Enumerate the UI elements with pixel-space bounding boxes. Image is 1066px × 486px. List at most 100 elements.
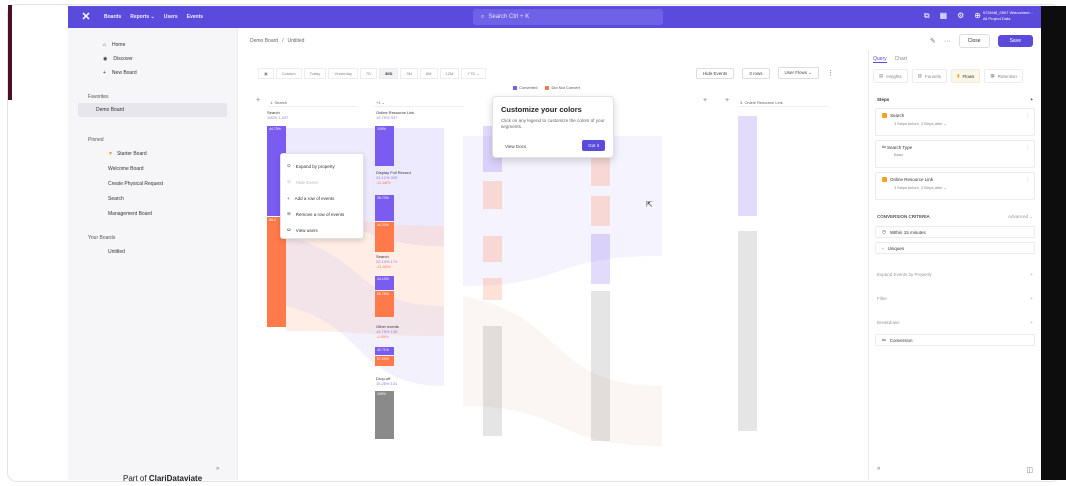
globe-icon[interactable]: ⊕ bbox=[974, 11, 981, 21]
mode-flows[interactable]: ▮ Flows bbox=[951, 69, 981, 83]
sidebar-item-new-board[interactable]: + New Board bbox=[68, 66, 237, 80]
edit-icon[interactable]: ✎ bbox=[930, 37, 936, 45]
conversion-window-select[interactable]: ◷ Within 15 minutes bbox=[875, 226, 1035, 238]
step-meta[interactable]: 3 Steps before, 3 Steps after ⌄ bbox=[882, 185, 1028, 190]
sidebar-item-untitled[interactable]: Untitled bbox=[68, 244, 237, 259]
sidebar-item-starter-board[interactable]: ▼ Starter Board bbox=[68, 146, 237, 161]
hide-events-button[interactable]: Hide Events bbox=[696, 67, 735, 79]
step-meta[interactable]: 3 Steps before, 3 Steps after ⌄ bbox=[882, 121, 1028, 126]
filter-yesterday[interactable]: Yesterday bbox=[328, 68, 358, 79]
menu-expand-by-property[interactable]: ⊙ Expand by property bbox=[281, 158, 363, 174]
top-nav: Boards Reports ⌄ Users Events bbox=[104, 14, 203, 20]
tab-query[interactable]: Query bbox=[873, 56, 887, 63]
sidebar-item-search[interactable]: Search bbox=[68, 191, 237, 206]
add-column-left-icon[interactable]: + bbox=[256, 97, 260, 104]
node-search-2-not-converted-bar[interactable]: 65.78% bbox=[375, 291, 394, 317]
mode-insights[interactable]: ▤ Insights bbox=[873, 69, 908, 83]
node-search-2-converted-bar[interactable]: 34.13% bbox=[375, 276, 394, 290]
menu-add-row[interactable]: + Add a row of events bbox=[281, 190, 363, 206]
apps-grid-icon[interactable]: ▦ bbox=[940, 11, 948, 21]
column-4-header[interactable]: 3. Online Resource Link bbox=[738, 98, 828, 107]
menu-remove-row[interactable]: ⊖ Remove a row of events bbox=[281, 206, 363, 222]
notifications-icon[interactable]: ⧉ bbox=[924, 11, 930, 21]
account-menu[interactable]: 972M48_0907 Welcomere... All Project Dat… bbox=[983, 10, 1033, 22]
breakdown-conversion-chip[interactable]: ᴬᵃ Conversion bbox=[875, 334, 1035, 346]
node-search-label[interactable]: Search 100% 1,337 bbox=[267, 110, 288, 120]
rows-select[interactable]: 3 rows bbox=[742, 67, 770, 79]
calendar-icon[interactable]: ▣ bbox=[258, 68, 274, 79]
nav-boards[interactable]: Boards bbox=[104, 14, 121, 20]
sidebar-item-create-physical-request[interactable]: Create Physical Request bbox=[68, 176, 237, 191]
add-step-icon[interactable]: + bbox=[1030, 97, 1033, 102]
node-dropoff-bar[interactable]: 100% bbox=[375, 391, 394, 439]
sidebar-item-home[interactable]: ⌂ Home bbox=[68, 38, 237, 52]
filter-custom[interactable]: Custom bbox=[275, 68, 302, 79]
filter-6m[interactable]: 6M bbox=[419, 68, 438, 79]
close-button[interactable]: Close bbox=[958, 34, 990, 48]
user-flows-select[interactable]: User Flows ⌄ bbox=[777, 67, 820, 79]
node-dropoff-label[interactable]: Drop-off 15.26% 131 bbox=[376, 376, 397, 386]
node-other-events-converted-pct: 42.71% bbox=[377, 348, 389, 352]
nav-reports[interactable]: Reports ⌄ bbox=[130, 14, 154, 20]
settings-icon[interactable]: ⚙ bbox=[957, 11, 964, 21]
nav-users[interactable]: Users bbox=[164, 14, 178, 20]
mode-funnels[interactable]: ▥ Funnels bbox=[911, 69, 948, 83]
more-vertical-icon[interactable]: ⋮ bbox=[1026, 177, 1031, 183]
filter-7d[interactable]: 7D bbox=[359, 68, 378, 79]
home-icon: ⌂ bbox=[103, 42, 107, 48]
node-dfr-not-converted-bar[interactable]: 44.23% bbox=[375, 222, 394, 252]
breakdown-section[interactable]: Breakdown + bbox=[869, 306, 1041, 330]
breadcrumb-page[interactable]: Untitled bbox=[287, 38, 304, 44]
sidebar-item-welcome-board[interactable]: Welcome Board bbox=[68, 161, 237, 176]
plus-icon: + bbox=[1030, 295, 1033, 301]
node-other-events-converted-bar[interactable]: 42.71% bbox=[375, 347, 394, 355]
filter-12m[interactable]: 12M bbox=[439, 68, 460, 79]
breadcrumb-board[interactable]: Demo Board bbox=[250, 38, 278, 44]
step-card-online-resource-link[interactable]: Online Resource Link 3 Steps before, 3 S… bbox=[875, 172, 1035, 200]
counting-method-select[interactable]: ◦ Uniques bbox=[875, 242, 1035, 254]
sidebar-item-management-board[interactable]: Management Board bbox=[68, 206, 237, 221]
menu-view-users[interactable]: ⛀ View users bbox=[281, 222, 363, 238]
more-icon[interactable]: ··· bbox=[944, 38, 951, 45]
collapse-panel-icon[interactable]: « bbox=[877, 466, 880, 472]
node-other-events-not-converted-bar[interactable]: 57.29% bbox=[375, 356, 394, 366]
counting-method-label: Uniques bbox=[887, 245, 905, 251]
collapse-sidebar-icon[interactable]: » bbox=[216, 466, 219, 472]
filter-30d[interactable]: 30D bbox=[379, 68, 399, 79]
column-2-header[interactable]: +1 ⌄ bbox=[374, 98, 464, 107]
nav-events[interactable]: Events bbox=[187, 14, 203, 20]
tab-chart[interactable]: Chart bbox=[895, 56, 907, 63]
mode-retention[interactable]: ▦ Retention bbox=[984, 69, 1023, 83]
node-display-full-record-label[interactable]: Display Full Record 24.12% 395 -11.68% bbox=[376, 170, 411, 185]
panel-toggle-icon[interactable]: ◫ bbox=[1026, 466, 1033, 474]
node-dfr-converted-bar[interactable]: 35.73% bbox=[375, 195, 394, 221]
legend-converted[interactable]: Converted bbox=[513, 85, 537, 90]
app-logo-icon[interactable]: ✕ bbox=[78, 9, 94, 25]
save-button[interactable]: Save bbox=[997, 35, 1033, 47]
step-card-search-type[interactable]: ᴬᵃ Search Type Basic ⋮ bbox=[875, 140, 1035, 168]
node-other-events-label[interactable]: Other events 14.75% 130 -4.65% bbox=[376, 324, 399, 339]
node-orl-bar[interactable]: 100% bbox=[375, 126, 394, 166]
node-orl-label[interactable]: Online Resource Link 19.79% 337 bbox=[376, 110, 414, 120]
menu-hide-event[interactable]: ⊘ Hide Event bbox=[281, 174, 363, 190]
filter-ytd[interactable]: YTD ⌄ bbox=[461, 68, 486, 79]
add-column-middle-icon[interactable]: + bbox=[703, 97, 707, 104]
more-vertical-icon[interactable]: ⋮ bbox=[1026, 113, 1031, 119]
column-1-header[interactable]: 1. Search bbox=[268, 98, 358, 107]
more-vertical-icon[interactable]: ⋮ bbox=[827, 69, 834, 77]
sidebar-item-discover[interactable]: ◉ Discover bbox=[68, 52, 237, 66]
filter-section[interactable]: Filter + bbox=[869, 282, 1041, 306]
sidebar-item-demo-board[interactable]: Demo Board bbox=[78, 103, 227, 117]
got-it-button[interactable]: Got it bbox=[582, 140, 605, 151]
expand-events-by-property[interactable]: Expand Events by Property + bbox=[869, 258, 1041, 282]
view-docs-link[interactable]: View Docs bbox=[505, 144, 526, 149]
more-vertical-icon[interactable]: ⋮ bbox=[1026, 145, 1031, 151]
node-search-2-label[interactable]: Search 20.14% 174 -11.56% bbox=[376, 254, 397, 269]
filter-today[interactable]: Today bbox=[303, 68, 327, 79]
add-column-right-icon[interactable]: + bbox=[725, 97, 729, 104]
filter-3m[interactable]: 3M bbox=[400, 68, 418, 79]
step-card-search[interactable]: Search 3 Steps before, 3 Steps after ⌄ ⋮ bbox=[875, 108, 1035, 136]
global-search-input[interactable]: ⌕ Search Ctrl + K bbox=[473, 9, 663, 25]
advanced-toggle[interactable]: Advanced ⌄ bbox=[1008, 214, 1033, 220]
legend-not-converted[interactable]: Did Not Convert bbox=[545, 85, 580, 90]
